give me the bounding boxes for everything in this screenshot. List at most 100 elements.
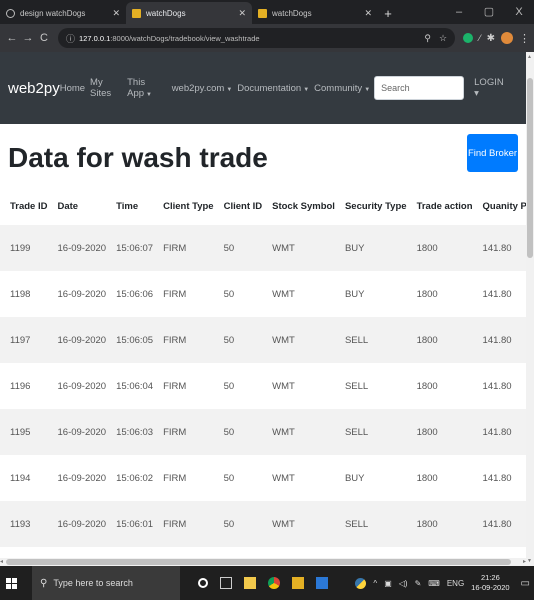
keyboard-icon[interactable]: ⌨ bbox=[428, 579, 440, 588]
caret-down-icon: ▼ bbox=[364, 86, 371, 93]
table-cell: 141.80 bbox=[482, 380, 512, 392]
clock-date: 16-09-2020 bbox=[471, 583, 510, 592]
table-cell: FIRM bbox=[163, 380, 187, 392]
vertical-scrollbar[interactable]: ▲ ▼ bbox=[526, 52, 534, 566]
extension-icon-2[interactable]: ⁄ bbox=[479, 33, 481, 43]
scroll-right-icon[interactable]: ▸ bbox=[523, 558, 526, 565]
nav-link-my-sites[interactable]: My Sites bbox=[90, 77, 122, 99]
close-tab-icon[interactable]: ✕ bbox=[238, 8, 246, 19]
language-indicator[interactable]: ENG bbox=[447, 579, 464, 588]
zoom-icon[interactable]: ⚲ bbox=[424, 33, 431, 44]
table-cell: 1193 bbox=[10, 518, 31, 530]
find-broker-button[interactable]: Find Broker bbox=[467, 134, 518, 172]
table-cell: 141.80 bbox=[473, 547, 526, 558]
table-cell: 50 bbox=[223, 288, 235, 300]
scroll-left-icon[interactable]: ◂ bbox=[0, 558, 3, 565]
brand-logo[interactable]: web2py bbox=[8, 80, 60, 97]
volume-icon[interactable]: ◁) bbox=[399, 579, 408, 588]
nav-link-label: web2py.com bbox=[171, 82, 225, 94]
nav-link-web2py-com[interactable]: web2py.com ▼ bbox=[172, 83, 233, 94]
reload-icon[interactable]: C bbox=[36, 32, 52, 44]
table-cell: 1199 bbox=[10, 242, 31, 254]
chevron-up-icon[interactable]: ^ bbox=[373, 579, 377, 588]
search-input[interactable] bbox=[374, 76, 465, 100]
scroll-down-icon[interactable]: ▼ bbox=[527, 558, 532, 564]
address-bar[interactable]: ⓘ 127.0.0.1 :8000/watchDogs/tradebook/vi… bbox=[58, 28, 456, 48]
pen-icon[interactable]: ✎ bbox=[415, 579, 422, 588]
bookmark-star-icon[interactable]: ☆ bbox=[439, 33, 447, 44]
chrome-icon[interactable] bbox=[268, 577, 280, 589]
cortana-icon[interactable] bbox=[198, 578, 208, 588]
table-cell: 16-09-2020 bbox=[57, 426, 107, 438]
table-cell: 50 bbox=[223, 518, 235, 530]
table-cell: BUY bbox=[344, 288, 365, 300]
column-header: Security Type bbox=[344, 201, 407, 212]
table-cell: 141.80 bbox=[482, 242, 512, 254]
table-cell: 141.80 bbox=[482, 472, 512, 484]
site-navbar: web2py Home My Sites This App ▼ web2py.com ▼ D… bbox=[0, 52, 526, 124]
python-tray-icon[interactable] bbox=[355, 577, 367, 589]
browser-tab[interactable]: watchDogs ✕ bbox=[126, 2, 252, 24]
vscode-icon[interactable] bbox=[316, 577, 328, 589]
table-row: 1196 16-09-2020 15:06:04 FIRM 50 WMT SELL 1800 1… bbox=[0, 363, 526, 409]
url-path: :8000/watchDogs/tradebook/view_washtrade bbox=[110, 33, 260, 43]
windows-start-icon[interactable] bbox=[6, 577, 24, 589]
close-tab-icon[interactable]: ✕ bbox=[364, 8, 372, 19]
extensions-puzzle-icon[interactable]: ✱ bbox=[487, 33, 495, 44]
page-title: Data for wash trade bbox=[8, 142, 268, 173]
table-cell: 1198 bbox=[10, 288, 31, 300]
web2py-icon[interactable] bbox=[292, 577, 304, 589]
table-cell: WMT bbox=[272, 472, 295, 484]
nav-link-label: My Sites bbox=[90, 77, 112, 99]
taskbar-search[interactable]: ⚲ Type here to search bbox=[32, 566, 180, 600]
close-tab-icon[interactable]: ✕ bbox=[112, 8, 120, 19]
horizontal-scrollbar[interactable]: ◂ ▸ bbox=[0, 558, 526, 566]
table-cell: BUY bbox=[344, 242, 365, 254]
scrollbar-thumb-horizontal[interactable] bbox=[6, 559, 511, 565]
table-cell: FIRM bbox=[163, 518, 187, 530]
nav-link-label: This App bbox=[127, 77, 146, 99]
search-icon: ⚲ bbox=[40, 577, 48, 589]
column-header: Time bbox=[116, 201, 139, 212]
table-cell: WMT bbox=[272, 426, 295, 438]
column-header: Trade action bbox=[416, 201, 473, 212]
web2py-favicon-icon bbox=[258, 8, 267, 18]
table-cell: 16-09-2020 bbox=[57, 380, 107, 392]
close-window-button[interactable]: X bbox=[504, 0, 534, 24]
nav-link-documentation[interactable]: Documentation ▼ bbox=[237, 83, 309, 94]
table-cell: 1195 bbox=[10, 426, 31, 438]
nav-link-community[interactable]: Community ▼ bbox=[314, 83, 370, 94]
table-cell: 16-09-2020 bbox=[57, 242, 107, 254]
extension-icon[interactable] bbox=[463, 33, 474, 43]
browser-tab[interactable]: watchDogs ✕ bbox=[252, 2, 378, 24]
clock[interactable]: 21:26 16-09-2020 bbox=[471, 573, 509, 593]
nav-link-home[interactable]: Home bbox=[60, 83, 85, 94]
table-row: 1199 16-09-2020 15:06:07 FIRM 50 WMT BUY 1800 14… bbox=[0, 225, 526, 271]
site-info-icon[interactable]: ⓘ bbox=[66, 32, 75, 45]
table-cell: 50 bbox=[223, 426, 235, 438]
nav-link-this-app[interactable]: This App ▼ bbox=[127, 77, 167, 99]
forward-icon[interactable]: → bbox=[20, 32, 36, 44]
scroll-up-icon[interactable]: ▲ bbox=[527, 54, 532, 60]
table-cell: 15:06:00 bbox=[106, 547, 153, 558]
table-row: 1198 16-09-2020 15:06:06 FIRM 50 WMT BUY 1800 14… bbox=[0, 271, 526, 317]
file-explorer-icon[interactable] bbox=[244, 577, 256, 589]
task-view-icon[interactable] bbox=[220, 577, 232, 589]
profile-avatar[interactable] bbox=[501, 32, 513, 44]
new-tab-button[interactable]: + bbox=[378, 2, 398, 24]
browser-menu-icon[interactable]: ⋮ bbox=[519, 32, 530, 45]
minimize-button[interactable]: – bbox=[444, 0, 474, 24]
notification-icon[interactable]: ▭ bbox=[521, 578, 530, 589]
table-cell: 15:06:06 bbox=[116, 288, 154, 300]
table-cell: 1800 bbox=[416, 334, 438, 346]
table-cell: 1192 bbox=[0, 547, 48, 558]
back-icon[interactable]: ← bbox=[4, 32, 20, 44]
table-cell: 1800 bbox=[416, 288, 438, 300]
maximize-button[interactable]: ▢ bbox=[474, 0, 504, 24]
scrollbar-thumb[interactable] bbox=[527, 78, 533, 258]
browser-tab[interactable]: design watchDogs ✕ bbox=[0, 2, 126, 24]
table-cell: FIRM bbox=[153, 547, 214, 558]
login-dropdown[interactable]: LOGIN ▾ bbox=[474, 77, 510, 99]
network-icon[interactable]: ▣ bbox=[384, 579, 392, 588]
table-row: 1197 16-09-2020 15:06:05 FIRM 50 WMT SELL 1800 1… bbox=[0, 317, 526, 363]
